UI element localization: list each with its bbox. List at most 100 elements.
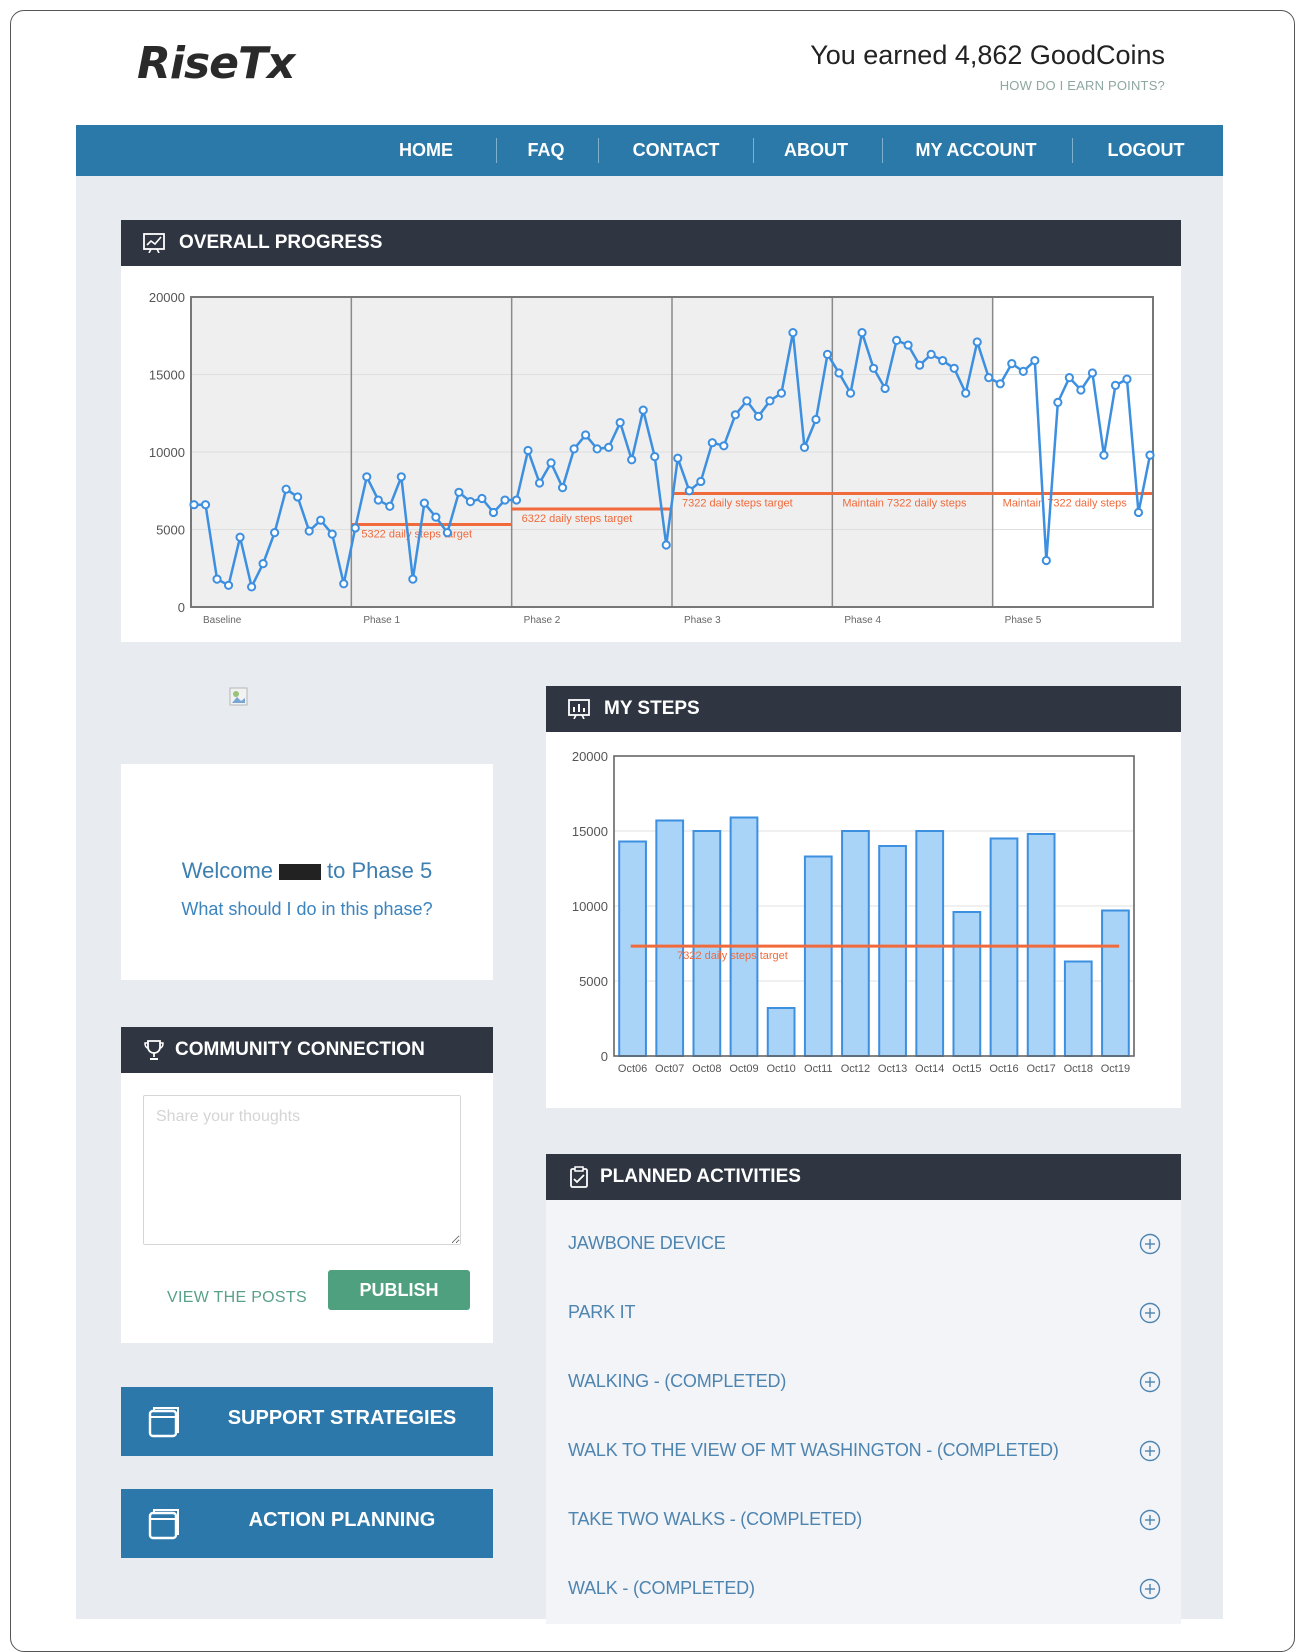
expand-plus-icon[interactable] bbox=[1139, 1509, 1161, 1531]
data-point bbox=[604, 442, 614, 452]
data-point bbox=[281, 484, 291, 494]
publish-button[interactable]: PUBLISH bbox=[328, 1270, 470, 1310]
data-point bbox=[753, 411, 763, 421]
x-tick-label: Oct12 bbox=[841, 1063, 870, 1075]
data-point bbox=[1122, 374, 1132, 384]
planned-activities-header: PLANNED ACTIVITIES bbox=[546, 1154, 1181, 1200]
nav-home[interactable]: HOME bbox=[386, 125, 466, 176]
community-panel: COMMUNITY CONNECTION VIEW THE POSTS PUBL… bbox=[121, 1027, 493, 1343]
target-label: 5322 daily steps target bbox=[361, 529, 472, 541]
target-label: 7322 daily steps target bbox=[677, 950, 788, 962]
action-planning-label: ACTION PLANNING bbox=[248, 1509, 436, 1531]
nav-about[interactable]: ABOUT bbox=[766, 125, 866, 176]
redacted-name bbox=[279, 864, 322, 881]
y-tick-label: 5000 bbox=[156, 523, 185, 538]
activity-label: WALK - (COMPLETED) bbox=[568, 1578, 755, 1598]
data-point bbox=[258, 559, 268, 569]
expand-plus-icon[interactable] bbox=[1139, 1371, 1161, 1393]
action-planning-button[interactable]: ACTION PLANNING bbox=[121, 1489, 493, 1558]
broken-image-icon bbox=[228, 686, 250, 708]
community-title: COMMUNITY CONNECTION bbox=[175, 1039, 425, 1060]
data-point bbox=[431, 512, 441, 522]
nav-contact[interactable]: CONTACT bbox=[616, 125, 736, 176]
data-point bbox=[788, 328, 798, 338]
expand-plus-icon[interactable] bbox=[1139, 1440, 1161, 1462]
nav-my-account[interactable]: MY ACCOUNT bbox=[896, 125, 1056, 176]
welcome-prefix: Welcome bbox=[181, 858, 274, 883]
target-label: Maintain 7322 daily steps bbox=[842, 498, 967, 510]
data-point bbox=[938, 355, 948, 366]
nav-divider bbox=[1072, 138, 1073, 163]
target-label: Maintain 7322 daily steps bbox=[1003, 498, 1128, 510]
x-tick-label: Oct14 bbox=[915, 1063, 944, 1075]
window-icon bbox=[148, 1407, 179, 1438]
activity-row[interactable]: WALK TO THE VIEW OF MT WASHINGTON - (COM… bbox=[546, 1416, 1181, 1484]
activity-row[interactable]: PARK IT bbox=[546, 1278, 1181, 1346]
data-point bbox=[915, 360, 925, 370]
data-point bbox=[1099, 450, 1109, 460]
activity-row[interactable]: TAKE TWO WALKS - (COMPLETED) bbox=[546, 1485, 1181, 1553]
data-point bbox=[534, 478, 545, 488]
data-point bbox=[408, 574, 418, 584]
data-point bbox=[857, 328, 867, 338]
data-point bbox=[223, 580, 234, 590]
data-point bbox=[811, 414, 821, 425]
data-point bbox=[742, 396, 752, 406]
phase-label: Phase 3 bbox=[684, 615, 721, 626]
target-label: 7322 daily steps target bbox=[682, 498, 793, 510]
how-earn-points-link[interactable]: HOW DO I EARN POINTS? bbox=[1000, 78, 1165, 93]
data-point bbox=[627, 455, 637, 465]
thoughts-input[interactable] bbox=[143, 1095, 461, 1245]
logo[interactable]: RiseTx bbox=[137, 38, 295, 89]
data-point bbox=[1064, 373, 1074, 383]
data-point bbox=[799, 442, 810, 452]
data-point bbox=[1076, 385, 1086, 395]
phase-info-link[interactable]: What should I do in this phase? bbox=[121, 899, 493, 920]
data-point bbox=[304, 526, 314, 536]
activity-row[interactable]: WALKING - (COMPLETED) bbox=[546, 1347, 1181, 1415]
data-point bbox=[984, 373, 994, 383]
data-point bbox=[454, 487, 464, 497]
data-point bbox=[189, 500, 199, 510]
support-strategies-button[interactable]: SUPPORT STRATEGIES bbox=[121, 1387, 493, 1456]
welcome-suffix: to Phase 5 bbox=[327, 858, 433, 883]
my-steps-panel: MY STEPS 0 5000 10000 15000 20000 Oct06 Oct07 O… bbox=[546, 686, 1181, 1108]
view-posts-link[interactable]: VIEW THE POSTS bbox=[167, 1289, 307, 1307]
data-point bbox=[373, 495, 383, 505]
step-bar bbox=[915, 830, 945, 1057]
data-point bbox=[615, 417, 625, 428]
planned-activities-title: PLANNED ACTIVITIES bbox=[600, 1166, 801, 1187]
data-point bbox=[1087, 368, 1098, 378]
step-bar bbox=[766, 1007, 796, 1057]
data-point bbox=[1018, 366, 1028, 376]
activity-row[interactable]: JAWBONE DEVICE bbox=[546, 1209, 1181, 1277]
data-point bbox=[488, 507, 499, 518]
y-tick-label: 15000 bbox=[572, 824, 608, 839]
data-point bbox=[730, 410, 740, 420]
main-nav: HOME FAQ CONTACT ABOUT MY ACCOUNT LOGOUT bbox=[76, 125, 1223, 176]
data-point bbox=[442, 528, 452, 538]
x-tick-label: Oct07 bbox=[655, 1063, 684, 1075]
x-tick-label: Oct06 bbox=[618, 1063, 647, 1075]
nav-logout[interactable]: LOGOUT bbox=[1086, 125, 1206, 176]
data-point bbox=[385, 501, 395, 511]
data-point bbox=[707, 438, 717, 448]
step-bar bbox=[655, 819, 685, 1057]
nav-divider bbox=[496, 138, 497, 163]
data-point bbox=[293, 492, 303, 502]
x-tick-label: Oct19 bbox=[1101, 1063, 1130, 1075]
expand-plus-icon[interactable] bbox=[1139, 1233, 1161, 1255]
data-point bbox=[569, 444, 579, 454]
y-tick-label: 10000 bbox=[572, 899, 608, 914]
expand-plus-icon[interactable] bbox=[1139, 1578, 1161, 1600]
expand-plus-icon[interactable] bbox=[1139, 1302, 1161, 1324]
data-point bbox=[650, 452, 660, 462]
y-tick-label: 15000 bbox=[149, 368, 185, 383]
data-point bbox=[246, 582, 257, 592]
trophy-icon bbox=[144, 1040, 164, 1060]
activity-row[interactable]: WALK - (COMPLETED) bbox=[546, 1554, 1181, 1622]
nav-faq[interactable]: FAQ bbox=[506, 125, 586, 176]
step-bar bbox=[618, 840, 647, 1057]
data-point bbox=[868, 363, 879, 373]
data-point bbox=[523, 445, 533, 456]
